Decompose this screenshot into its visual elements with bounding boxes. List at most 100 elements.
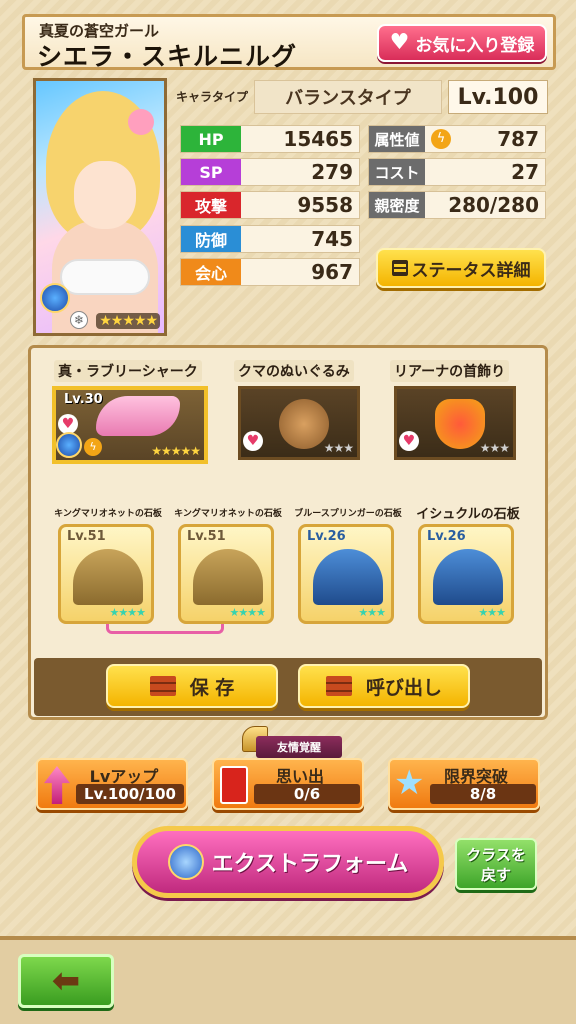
character-portrait[interactable]: ❄ ★★★★★ — [33, 78, 167, 336]
save-label: 保 存 — [189, 676, 235, 699]
rarity-stars: ★★★★ — [229, 606, 266, 619]
stat-label: コスト — [369, 159, 425, 185]
stat-cost: コスト 27 — [368, 158, 546, 186]
recall-icon — [325, 676, 352, 696]
memory-value: 0/6 — [254, 784, 360, 804]
lightning-icon: ϟ — [431, 129, 451, 149]
stat-value: 15465 — [283, 127, 353, 151]
accessory-slot[interactable]: ♥ ★★★ — [394, 386, 516, 460]
heart-icon: ♥ — [58, 414, 78, 434]
heart-icon: ♥ — [389, 30, 410, 55]
class-icon — [40, 283, 70, 313]
rarity-stars: ★★★★★ — [96, 313, 160, 329]
stone-name: キングマリオネットの石板 — [54, 509, 162, 519]
rarity-stars: ★★★ — [478, 606, 506, 619]
snowflake-icon: ❄ — [70, 311, 88, 329]
limit-break-value: 8/8 — [430, 784, 536, 804]
stat-label: 攻撃 — [181, 192, 241, 218]
character-level: Lv.100 — [448, 80, 548, 114]
flower-icon — [128, 109, 154, 135]
stat-attribute: 属性値 ϟ 787 — [368, 125, 546, 153]
stat-hp: HP 15465 — [180, 125, 360, 153]
back-arrow-icon: ⬅ — [51, 961, 81, 1001]
friendship-awakening-badge: 友情覚醒 — [256, 736, 342, 758]
stat-defense: 防御 745 — [180, 225, 360, 253]
accessory-name: リアーナの首飾り — [390, 360, 510, 382]
list-icon — [391, 260, 408, 276]
stat-critical: 会心 967 — [180, 258, 360, 286]
accessory-name: クマのぬいぐるみ — [234, 360, 354, 382]
stone-name: イシュクルの石板 — [416, 507, 520, 522]
stat-value: 745 — [311, 227, 353, 251]
extra-form-button[interactable]: エクストラフォーム — [132, 826, 444, 898]
stat-value: 27 — [511, 160, 539, 184]
rarity-stars: ★★★★ — [109, 606, 146, 619]
stat-label: 属性値 — [369, 126, 425, 152]
rarity-stars: ★★★ — [479, 441, 510, 455]
stat-label: HP — [181, 126, 241, 152]
extra-form-label: エクストラフォーム — [211, 852, 409, 877]
stone-slot[interactable]: Lv.26 ★★★ — [418, 524, 514, 624]
save-icon — [149, 676, 176, 696]
limit-break-button[interactable]: ★ 限界突破 8/8 — [388, 758, 540, 810]
status-detail-button[interactable]: ステータス詳細 — [376, 248, 546, 288]
stone-icon — [313, 549, 383, 605]
heart-icon: ♥ — [243, 431, 263, 451]
rarity-stars: ★★★ — [358, 606, 386, 619]
character-header: 真夏の蒼空ガール シエラ・スキルニルグ ♥ お気に入り登録 — [22, 14, 556, 71]
status-detail-label: ステータス詳細 — [411, 260, 531, 281]
favorite-button[interactable]: ♥ お気に入り登録 — [377, 24, 547, 62]
class-revert-label-line2: 戻す — [480, 866, 511, 884]
stone-level: Lv.51 — [187, 529, 226, 544]
class-icon — [56, 432, 82, 458]
char-type-value: バランスタイプ — [254, 80, 442, 114]
favorite-button-label: お気に入り登録 — [415, 35, 535, 56]
char-type-label: キャラタイプ — [176, 90, 249, 104]
stat-value: 9558 — [297, 193, 353, 217]
stone-name: キングマリオネットの石板 — [174, 509, 282, 519]
stone-slot[interactable]: Lv.51 ★★★★ — [58, 524, 154, 624]
stone-level: Lv.26 — [427, 529, 466, 544]
rarity-stars: ★★★ — [323, 441, 354, 455]
slot-level: Lv.30 — [64, 392, 103, 407]
stat-label: 防御 — [181, 226, 241, 252]
stone-slot[interactable]: Lv.51 ★★★★ — [178, 524, 274, 624]
level-up-button[interactable]: Lvアップ Lv.100/100 — [36, 758, 188, 810]
stat-label: 親密度 — [369, 192, 425, 218]
stone-slot[interactable]: Lv.26 ★★★ — [298, 524, 394, 624]
stat-attack: 攻撃 9558 — [180, 191, 360, 219]
set-bonus-indicator — [106, 624, 224, 634]
shark-icon — [96, 396, 180, 436]
stat-value: 279 — [311, 160, 353, 184]
memory-button[interactable]: 思い出 0/6 — [212, 758, 364, 810]
class-revert-button[interactable]: クラスを 戻す — [455, 838, 537, 890]
stone-icon — [433, 549, 503, 605]
class-revert-label-line1: クラスを — [466, 846, 526, 864]
teddy-bear-icon — [279, 399, 329, 449]
stone-level: Lv.26 — [307, 529, 346, 544]
class-icon — [167, 844, 204, 880]
stat-sp: SP 279 — [180, 158, 360, 186]
weapon-name: 真・ラブリーシャーク — [54, 360, 202, 382]
stat-label: SP — [181, 159, 241, 185]
lightning-icon: ϟ — [84, 438, 102, 456]
stone-level: Lv.51 — [67, 529, 106, 544]
rarity-stars: ★★★★★ — [151, 444, 201, 458]
stat-value: 787 — [497, 127, 539, 151]
necklace-icon — [435, 399, 485, 449]
stone-icon — [73, 549, 143, 605]
back-button[interactable]: ⬅ — [18, 954, 114, 1008]
accessory-slot[interactable]: ♥ ★★★ — [238, 386, 360, 460]
stat-value: 280/280 — [448, 193, 539, 217]
weapon-slot[interactable]: Lv.30 ♥ ϟ ★★★★★ — [52, 386, 208, 464]
recall-button[interactable]: 呼び出し — [298, 664, 470, 708]
stone-name: ブルースプリンガーの石板 — [294, 509, 402, 519]
stat-label: 会心 — [181, 259, 241, 285]
stat-intimacy: 親密度 280/280 — [368, 191, 546, 219]
level-up-value: Lv.100/100 — [76, 784, 184, 804]
stone-icon — [193, 549, 263, 605]
recall-label: 呼び出し — [365, 676, 442, 699]
save-button[interactable]: 保 存 — [106, 664, 278, 708]
heart-icon: ♥ — [399, 431, 419, 451]
character-name: シエラ・スキルニルグ — [37, 42, 298, 71]
